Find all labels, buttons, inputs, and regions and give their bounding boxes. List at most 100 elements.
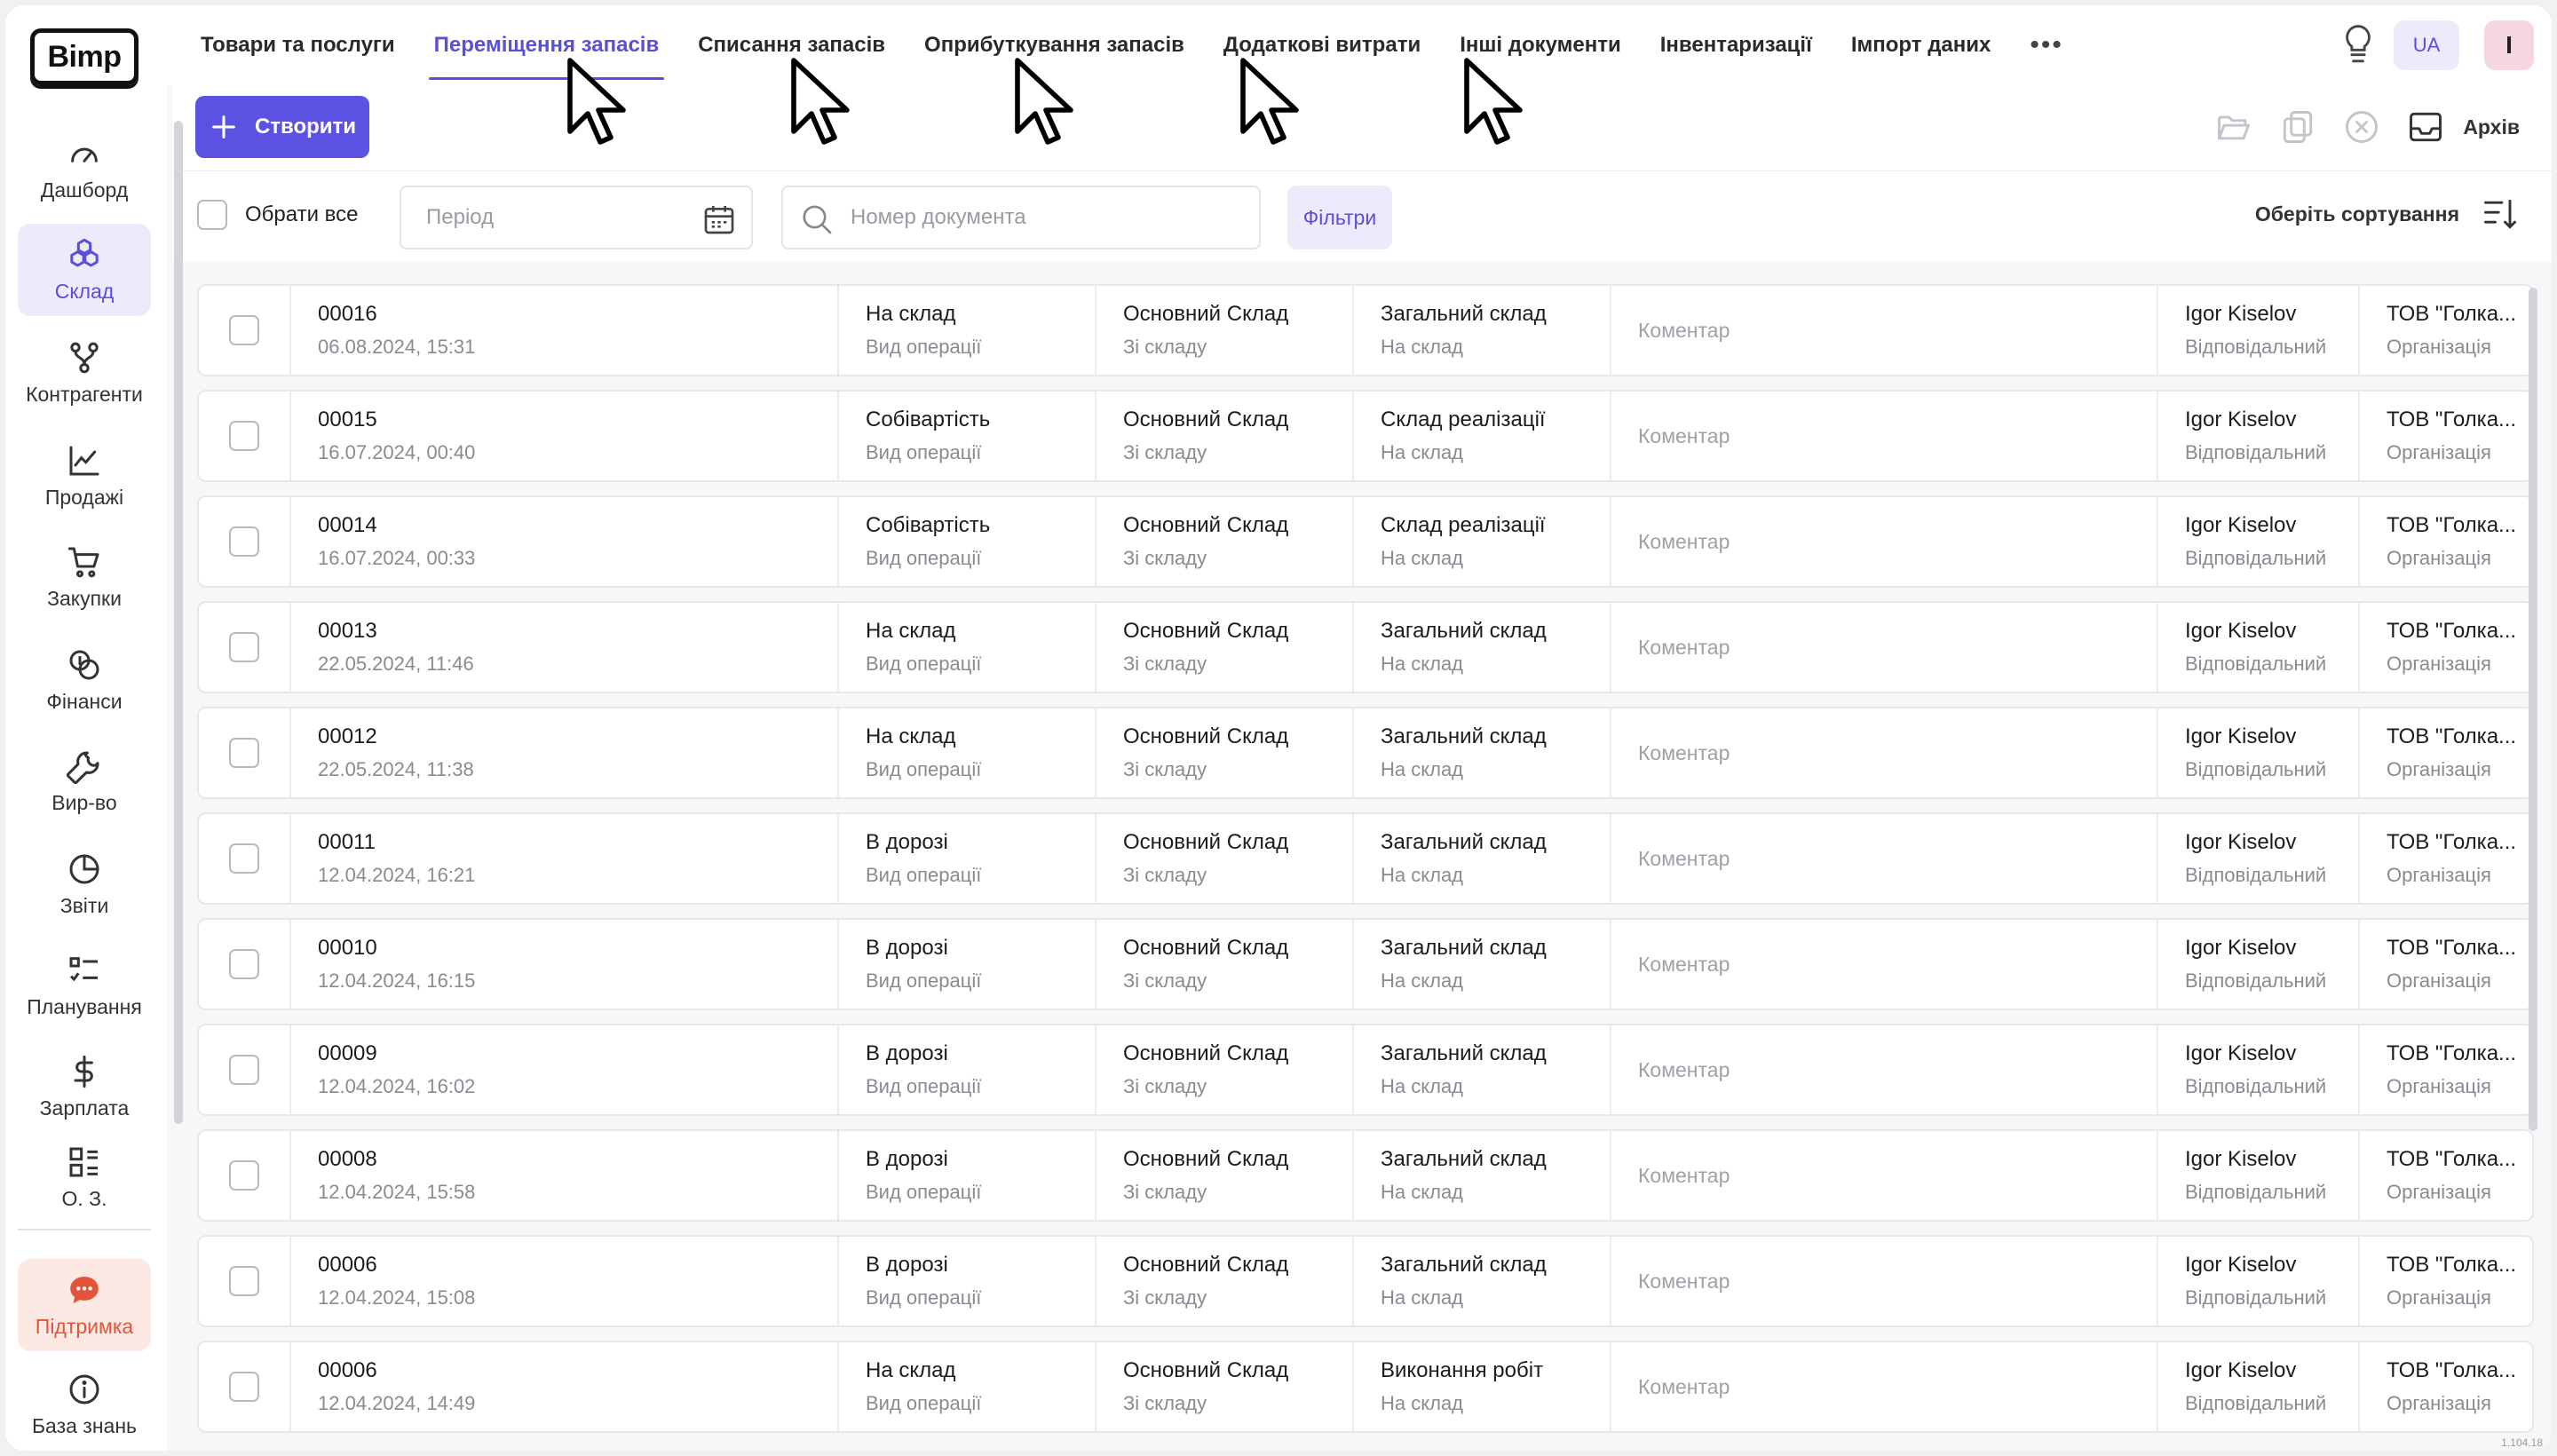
row-select-cell: [199, 1131, 289, 1220]
table-row[interactable]: 00012 22.05.2024, 11:38 На склад Вид опе…: [197, 707, 2534, 799]
table-row[interactable]: 00006 12.04.2024, 15:08 В дорозі Вид опе…: [197, 1235, 2534, 1327]
row-checkbox[interactable]: [229, 949, 259, 979]
table-row[interactable]: 00016 06.08.2024, 15:31 На склад Вид опе…: [197, 284, 2534, 376]
sidebar-item-purchases[interactable]: Закупки: [18, 531, 151, 623]
comment-cell[interactable]: Коментар: [1610, 286, 2157, 375]
grid-list-icon: [69, 1147, 98, 1176]
sidebar-item-sales[interactable]: Продажі: [18, 430, 151, 522]
row-checkbox[interactable]: [229, 1266, 259, 1296]
sidebar-item-dashboard[interactable]: Дашборд: [18, 123, 151, 215]
row-checkbox[interactable]: [229, 421, 259, 451]
sidebar-item-warehouse[interactable]: Склад: [18, 224, 151, 316]
archive-button[interactable]: Архів: [2406, 107, 2520, 146]
comment-cell[interactable]: Коментар: [1610, 603, 2157, 692]
cancel-circle-icon[interactable]: [2342, 107, 2381, 146]
select-all-checkbox[interactable]: [197, 200, 227, 230]
comment-cell[interactable]: Коментар: [1610, 392, 2157, 480]
row-checkbox[interactable]: [229, 1055, 259, 1085]
table-row[interactable]: 00014 16.07.2024, 00:33 Собівартість Вид…: [197, 495, 2534, 588]
lightbulb-icon[interactable]: [2339, 23, 2378, 67]
table-scrollbar[interactable]: [2529, 288, 2537, 1131]
select-all[interactable]: Обрати все: [197, 200, 358, 230]
organization-name: ТОВ "Голка...: [2387, 1358, 2517, 1382]
to-warehouse: Загальний склад: [1381, 1253, 1547, 1277]
to-warehouse-label: На склад: [1381, 864, 1464, 886]
more-tabs-button[interactable]: •••: [2030, 30, 2063, 60]
table-row[interactable]: 00011 12.04.2024, 16:21 В дорозі Вид опе…: [197, 812, 2534, 905]
operation-cell: В дорозі Вид операції: [837, 1131, 1095, 1220]
responsible-name: Igor Kiselov: [2185, 408, 2297, 431]
comment-cell[interactable]: Коментар: [1610, 920, 2157, 1009]
row-checkbox[interactable]: [229, 1372, 259, 1402]
operation-cell: Собівартість Вид операції: [837, 497, 1095, 586]
comment-placeholder: Коментар: [1638, 1374, 1730, 1398]
row-checkbox[interactable]: [229, 526, 259, 557]
filters-button[interactable]: Фільтри: [1287, 186, 1392, 249]
row-checkbox[interactable]: [229, 1160, 259, 1191]
organization-cell: ТОВ "Голка... Організація: [2358, 1131, 2532, 1220]
document-date: 16.07.2024, 00:40: [318, 441, 476, 463]
language-switcher[interactable]: UA: [2394, 20, 2459, 70]
row-checkbox[interactable]: [229, 315, 259, 345]
table-row[interactable]: 00010 12.04.2024, 16:15 В дорозі Вид опе…: [197, 918, 2534, 1010]
app-logo[interactable]: Bimp: [30, 28, 139, 85]
sidebar-item-finance[interactable]: Фінанси: [18, 634, 151, 726]
comment-cell[interactable]: Коментар: [1610, 814, 2157, 903]
responsible-cell: Igor Kiselov Відповідальний: [2157, 603, 2358, 692]
document-cell: 00012 22.05.2024, 11:38: [289, 708, 837, 797]
copy-icon[interactable]: [2278, 107, 2317, 146]
organization-name: ТОВ "Голка...: [2387, 1147, 2517, 1171]
sidebar-item-production[interactable]: Вир-во: [18, 735, 151, 827]
responsible-cell: Igor Kiselov Відповідальний: [2157, 1342, 2358, 1431]
comment-cell[interactable]: Коментар: [1610, 708, 2157, 797]
cursor-pointer-icon: [791, 58, 850, 145]
folder-open-icon[interactable]: [2214, 107, 2253, 146]
table-row[interactable]: 00013 22.05.2024, 11:46 На склад Вид опе…: [197, 601, 2534, 693]
sidebar-item-support[interactable]: Підтримка: [18, 1259, 151, 1351]
tab-goods-services[interactable]: Товари та послуги: [201, 5, 395, 85]
select-all-label: Обрати все: [245, 202, 359, 226]
comment-cell[interactable]: Коментар: [1610, 1342, 2157, 1431]
organization-label: Організація: [2387, 864, 2491, 886]
responsible-cell: Igor Kiselov Відповідальний: [2157, 286, 2358, 375]
row-checkbox[interactable]: [229, 738, 259, 768]
table-row[interactable]: 00015 16.07.2024, 00:40 Собівартість Вид…: [197, 390, 2534, 482]
sidebar-item-counterparties[interactable]: Контрагенти: [18, 327, 151, 419]
period-input[interactable]: Період: [400, 186, 753, 249]
from-warehouse-cell: Основний Склад Зі складу: [1095, 1237, 1352, 1325]
responsible-cell: Igor Kiselov Відповідальний: [2157, 1131, 2358, 1220]
organization-cell: ТОВ "Голка... Організація: [2358, 814, 2532, 903]
comment-cell[interactable]: Коментар: [1610, 1237, 2157, 1325]
comment-placeholder: Коментар: [1638, 423, 1730, 447]
table-row[interactable]: 00006 12.04.2024, 14:49 На склад Вид опе…: [197, 1341, 2534, 1433]
sidebar-item-fixed-assets[interactable]: О. З.: [18, 1131, 151, 1223]
table-row[interactable]: 00008 12.04.2024, 15:58 В дорозі Вид опе…: [197, 1129, 2534, 1222]
sidebar-item-salary[interactable]: Зарплата: [18, 1041, 151, 1133]
cursor-pointer-icon: [1240, 58, 1299, 145]
comment-placeholder: Коментар: [1638, 846, 1730, 870]
comment-placeholder: Коментар: [1638, 1163, 1730, 1187]
checklist-icon: [69, 956, 98, 981]
calendar-icon[interactable]: [701, 202, 737, 237]
left-scrollbar[interactable]: [174, 121, 183, 1124]
tab-inventories[interactable]: Інвентаризації: [1660, 5, 1812, 85]
document-date: 12.04.2024, 16:21: [318, 864, 476, 886]
sort-icon: [2484, 199, 2516, 229]
document-number-search[interactable]: Номер документа: [781, 186, 1261, 249]
row-checkbox[interactable]: [229, 843, 259, 874]
sort-select[interactable]: Оберіть сортування: [2255, 194, 2520, 233]
comment-cell[interactable]: Коментар: [1610, 1025, 2157, 1114]
app-window: Bimp Дашборд Склад Контрагенти Продажі З…: [5, 5, 2552, 1451]
table-row[interactable]: 00009 12.04.2024, 16:02 В дорозі Вид опе…: [197, 1024, 2534, 1116]
sidebar-item-knowledge-base[interactable]: База знань: [18, 1358, 151, 1451]
comment-cell[interactable]: Коментар: [1610, 497, 2157, 586]
sidebar-item-planning[interactable]: Планування: [18, 939, 151, 1032]
create-button[interactable]: Створити: [195, 96, 369, 158]
sidebar-item-reports[interactable]: Звіти: [18, 838, 151, 930]
tab-data-import[interactable]: Імпорт даних: [1851, 5, 1991, 85]
user-avatar[interactable]: I: [2484, 20, 2534, 70]
row-checkbox[interactable]: [229, 632, 259, 662]
comment-cell[interactable]: Коментар: [1610, 1131, 2157, 1220]
responsible-name: Igor Kiselov: [2185, 724, 2297, 748]
row-select-cell: [199, 392, 289, 480]
